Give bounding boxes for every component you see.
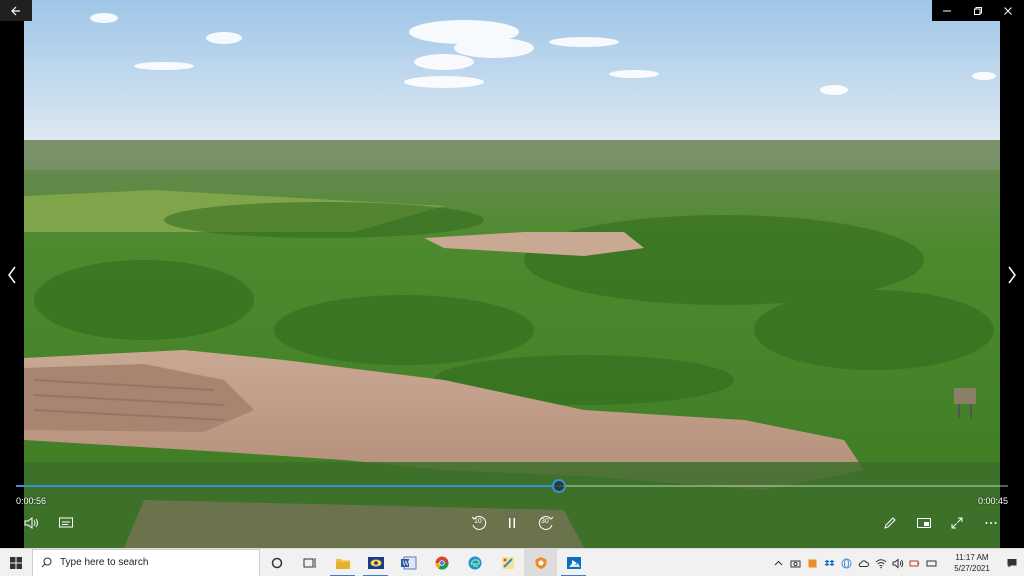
taskbar-app-eye[interactable]: [359, 549, 392, 576]
app-paint-icon: [501, 556, 514, 569]
task-view-button[interactable]: [293, 549, 326, 576]
seek-bar-thumb[interactable]: [552, 479, 567, 493]
wifi-icon: [875, 558, 886, 568]
skip-forward-button[interactable]: 30: [534, 512, 558, 534]
subtitles-button[interactable]: [54, 512, 78, 534]
volume-button[interactable]: [20, 512, 44, 534]
tray-app-2[interactable]: [806, 556, 820, 570]
taskbar-app-chrome[interactable]: [425, 549, 458, 576]
windows-logo-icon: [10, 556, 22, 569]
video-player: 0:00:56 0:00:45 10 30: [0, 0, 1024, 548]
chrome-icon: [435, 556, 448, 569]
search-placeholder: Type here to search: [60, 557, 149, 568]
tray-app-3[interactable]: [823, 556, 837, 570]
taskbar-app-file-explorer[interactable]: [326, 549, 359, 576]
windows-taskbar: Type here to search W 11:17 AM 5/27/2021: [0, 548, 1024, 576]
app-eye-icon: [367, 556, 384, 569]
cloud-icon: [858, 559, 869, 567]
taskbar-app-word[interactable]: W: [392, 549, 425, 576]
speaker-icon: [892, 557, 903, 569]
fullscreen-icon: [951, 517, 963, 529]
notifications-button[interactable]: [1000, 549, 1024, 576]
remaining-time: 0:00:45: [977, 496, 1008, 506]
edit-button[interactable]: [878, 512, 902, 534]
close-button[interactable]: [993, 0, 1024, 21]
taskbar-app-vpn[interactable]: [524, 548, 557, 576]
taskbar-clock[interactable]: 11:17 AM 5/27/2021: [944, 552, 1000, 574]
more-options-button[interactable]: [979, 512, 1003, 534]
aerial-landscape-image: [24, 0, 1000, 548]
show-hidden-icons-button[interactable]: [772, 556, 786, 570]
system-tray: 11:17 AM 5/27/2021: [770, 549, 1024, 576]
network-button[interactable]: [874, 556, 888, 570]
chevron-right-icon: [1008, 266, 1016, 284]
restore-button[interactable]: [963, 0, 994, 21]
task-view-icon: [303, 557, 315, 568]
dropbox-icon: [824, 559, 835, 566]
chevron-up-icon: [774, 560, 783, 565]
tray-app-5[interactable]: [857, 556, 871, 570]
restore-icon: [973, 6, 982, 15]
search-icon: [41, 557, 52, 568]
keyboard-icon: [926, 560, 937, 566]
tray-app-4[interactable]: [840, 556, 854, 570]
edge-icon: [468, 556, 481, 569]
battery-alert-icon: [909, 560, 920, 566]
edit-pencil-icon: [884, 517, 896, 529]
volume-icon: [24, 517, 38, 529]
start-button[interactable]: [0, 549, 32, 576]
elapsed-time: 0:00:56: [16, 496, 47, 506]
taskbar-search-box[interactable]: Type here to search: [32, 548, 260, 576]
globe-icon: [841, 558, 852, 568]
skip-forward-seconds: 30: [541, 518, 549, 525]
pause-button[interactable]: [500, 512, 524, 534]
close-icon: [1004, 6, 1013, 15]
seek-bar[interactable]: [16, 479, 1008, 493]
input-language-button[interactable]: [925, 556, 939, 570]
back-icon: [11, 6, 20, 15]
previous-item-button[interactable]: [2, 262, 22, 288]
taskbar-app-paint[interactable]: [491, 549, 524, 576]
volume-tray-button[interactable]: [891, 556, 905, 570]
chevron-left-icon: [8, 266, 16, 284]
subtitles-icon: [59, 517, 73, 528]
mini-view-button[interactable]: [912, 512, 936, 534]
puzzle-icon: [808, 559, 817, 567]
app-vpn-icon: [535, 556, 546, 569]
minimize-icon: [943, 10, 952, 11]
clock-date: 5/27/2021: [954, 564, 990, 573]
word-icon: W: [400, 556, 416, 569]
notification-icon: [1007, 559, 1017, 568]
taskbar-app-edge[interactable]: [458, 549, 491, 576]
video-frame[interactable]: [24, 0, 1000, 548]
seek-bar-progress: [16, 485, 560, 487]
tray-app-1[interactable]: [789, 556, 803, 570]
mini-view-icon: [917, 518, 931, 528]
cortana-button[interactable]: [260, 549, 293, 576]
next-item-button[interactable]: [1002, 262, 1022, 288]
photos-icon: [566, 556, 581, 569]
file-explorer-icon: [335, 558, 350, 569]
minimize-button[interactable]: [932, 0, 963, 21]
skip-back-button[interactable]: 10: [467, 512, 491, 534]
back-button[interactable]: [0, 0, 32, 21]
clock-time: 11:17 AM: [955, 553, 989, 562]
cortana-circle-icon: [271, 557, 282, 568]
camera-icon: [790, 560, 801, 567]
svg-text:W: W: [402, 560, 409, 567]
taskbar-app-photos[interactable]: [557, 549, 590, 576]
tray-app-6[interactable]: [908, 556, 922, 570]
skip-back-seconds: 10: [474, 518, 482, 525]
fullscreen-button[interactable]: [945, 512, 969, 534]
pause-icon: [509, 518, 515, 528]
window-controls: [932, 0, 1024, 21]
more-icon: [985, 522, 997, 524]
photos-app-window: 0:00:56 0:00:45 10 30 Type here to searc…: [0, 0, 1024, 576]
